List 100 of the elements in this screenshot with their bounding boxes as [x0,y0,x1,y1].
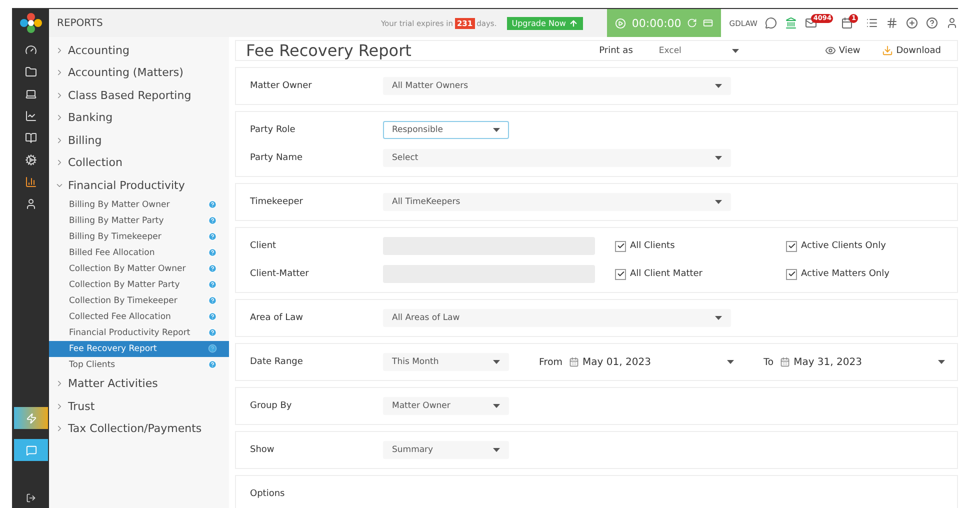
caret-icon [715,200,722,204]
format-select[interactable]: Excel [658,46,739,56]
chevron-right-icon [55,113,64,122]
field-label: Client [250,241,278,251]
section-title: REPORTS [57,18,104,28]
caret-icon [493,360,500,364]
caret-icon [715,84,722,88]
help-icon [208,232,217,241]
sidebar-subitem[interactable]: Top Clients [49,356,229,372]
sidebar-item[interactable]: Matter Activities [49,372,229,395]
checkbox[interactable]: All Client Matter [615,268,786,280]
hash-icon[interactable] [886,17,898,29]
user-icon[interactable] [946,17,958,29]
caret-icon [715,156,722,160]
sidebar-item[interactable]: Billing [49,129,229,152]
help-icon [208,200,217,209]
help-icon [208,264,217,273]
calendar-icon [780,357,790,367]
check-icon [616,242,624,250]
timer-text: 00:00:00 [632,16,682,30]
field-label: Matter Owner [250,81,313,91]
caret-icon [732,48,739,52]
sidebar-subitem[interactable]: Collection By Matter Party [49,276,229,292]
select-field[interactable]: Responsible [383,121,509,139]
view-button[interactable]: View [818,44,866,57]
sidebar-item[interactable]: Banking [49,106,229,129]
chevron-right-icon [55,158,64,168]
bank-icon[interactable] [785,17,798,29]
date-field[interactable]: May 01, 2023 [568,353,734,371]
field-label: Show [250,445,276,455]
sidebar-subitem[interactable]: Billed Fee Allocation [49,244,229,260]
sidebar-subitem[interactable]: Billing By Matter Owner [49,196,229,212]
help-icon [208,296,217,305]
help-icon [208,360,217,369]
sidebar-subitem[interactable]: Fee Recovery Report [49,340,229,356]
sidebar-item[interactable]: Class Based Reporting [49,84,229,106]
chevron-right-icon [55,68,64,78]
sidebar-item[interactable]: Accounting (Matters) [49,62,229,84]
select-field[interactable]: This Month [383,353,509,371]
field-label: Party Name [250,153,304,163]
from-label: From [539,356,563,368]
field-label: Client-Matter [250,269,310,279]
chevron-right-icon [55,46,64,55]
check-icon [788,270,796,278]
logo-icon [20,13,42,33]
select-field[interactable]: All Areas of Law [383,309,731,327]
chevron-right-icon [55,424,64,434]
caret-icon [715,316,722,320]
select-field[interactable]: Matter Owner [383,397,509,415]
help-icon [208,216,217,225]
sidebar-subitem[interactable]: Collection By Matter Owner [49,260,229,276]
chevron-right-icon [55,136,64,145]
check-icon [788,242,796,250]
chevron-right-icon [55,90,64,100]
field-label: Timekeeper [250,197,304,207]
caret-icon [493,448,500,452]
help-icon [208,344,217,353]
eye-icon [824,45,836,56]
sidebar-subitem[interactable]: Financial Productivity Report [49,324,229,340]
checkbox[interactable]: All Clients [615,240,786,252]
field-label: Party Role [250,125,296,135]
field-label: Group By [250,401,293,411]
date-field[interactable]: May 31, 2023 [780,353,945,371]
select-field[interactable]: Select [383,149,731,167]
sidebar-subitem[interactable]: Collected Fee Allocation [49,308,229,324]
chevron-right-icon [55,402,64,411]
calendar-icon [568,357,579,367]
calendar-icon[interactable] [841,17,854,29]
field-label: Area of Law [250,313,304,323]
select-field[interactable]: All Matter Owners [383,77,731,95]
download-button[interactable]: Download [876,44,947,57]
field-label: Date Range [250,357,304,367]
sidebar-subitem[interactable]: Billing By Matter Party [49,212,229,228]
help-icon[interactable] [926,17,938,29]
section-label: Options [250,489,286,499]
help-icon [208,280,217,289]
print-label: Print as [599,46,633,56]
caret-icon [726,360,734,364]
caret-icon [493,404,500,408]
to-label: To [764,356,774,368]
sidebar-item[interactable]: Tax Collection/Payments [49,418,229,440]
select-field[interactable]: Summary [383,441,509,459]
help-icon [208,248,217,257]
chat-icon[interactable] [765,17,778,29]
sidebar-subitem[interactable]: Billing By Timekeeper [49,228,229,244]
sidebar-item[interactable]: Collection [49,152,229,174]
download-icon [882,45,894,56]
sidebar-item[interactable]: Accounting [49,39,229,62]
caret-icon [938,360,945,364]
sidebar-item[interactable]: Financial Productivity [49,174,229,196]
caret-icon [493,128,500,132]
add-icon[interactable] [906,17,918,29]
help-icon [208,312,217,321]
chevron-right-icon [55,379,64,388]
report-title: Fee Recovery Report [246,41,412,60]
checkbox[interactable]: Active Matters Only [786,268,957,280]
select-field[interactable]: All TimeKeepers [383,193,731,211]
sidebar-subitem[interactable]: Collection By Timekeeper [49,292,229,308]
checkbox[interactable]: Active Clients Only [786,240,957,252]
sidebar-item[interactable]: Trust [49,395,229,418]
